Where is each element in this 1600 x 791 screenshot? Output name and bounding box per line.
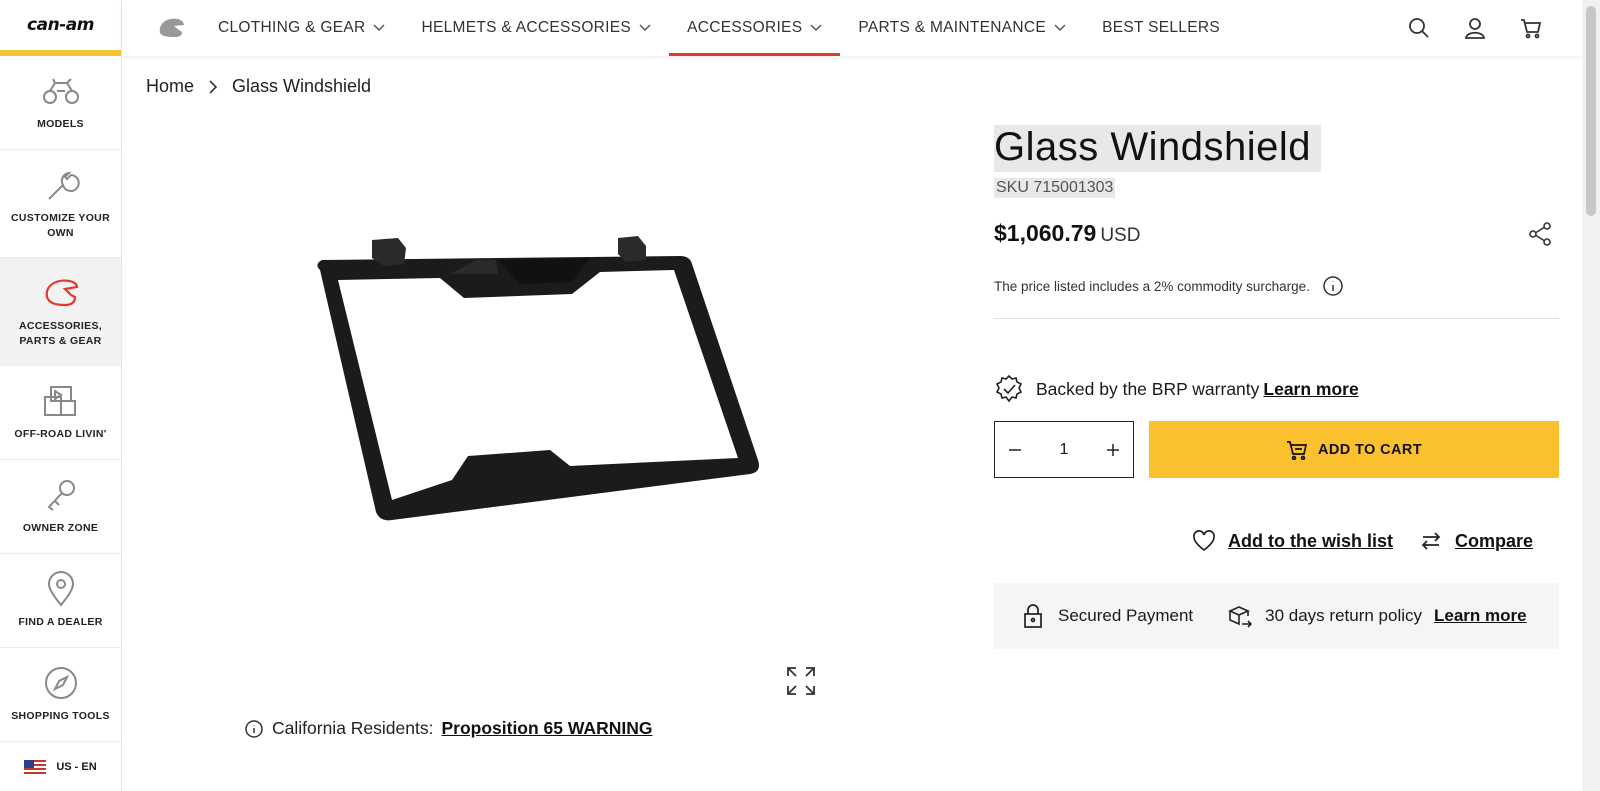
product-price: $1,060.79 USD xyxy=(994,220,1140,247)
price-currency: USD xyxy=(1100,225,1141,246)
quantity-stepper: 1 xyxy=(994,421,1134,478)
account-icon[interactable] xyxy=(1464,17,1486,39)
sidebar-item-customize[interactable]: CUSTOMIZE YOUR OWN xyxy=(0,150,121,258)
nav-item-clothing-gear[interactable]: CLOTHING & GEAR xyxy=(200,0,403,56)
return-learn-more-link[interactable]: Learn more xyxy=(1434,606,1527,626)
lock-icon xyxy=(1024,604,1042,628)
us-flag-icon xyxy=(24,760,47,774)
sidebar-item-label: CUSTOMIZE YOUR OWN xyxy=(11,211,110,239)
prop65-warning-link[interactable]: Proposition 65 WARNING xyxy=(441,718,652,739)
nav-icon-group xyxy=(1408,0,1542,56)
wrench-icon xyxy=(47,171,80,200)
cart-icon xyxy=(1286,440,1308,460)
helmet-logo-icon[interactable] xyxy=(158,17,184,39)
add-to-cart-button[interactable]: ADD TO CART xyxy=(1149,421,1559,478)
info-icon xyxy=(245,719,263,738)
helmet-icon xyxy=(45,279,78,306)
compare-arrows-icon xyxy=(1421,532,1441,550)
prop65-prefix: California Residents: xyxy=(272,718,434,738)
gallery-icon xyxy=(43,386,76,416)
chevron-right-icon xyxy=(209,79,218,94)
sidebar-item-shopping-tools[interactable]: SHOPPING TOOLS xyxy=(0,648,121,742)
nav-item-label: HELMETS & ACCESSORIES xyxy=(421,19,632,36)
sidebar-item-models[interactable]: MODELS xyxy=(0,56,121,150)
nav-item-parts-maintenance[interactable]: PARTS & MAINTENANCE xyxy=(840,0,1084,56)
chevron-down-icon xyxy=(373,24,385,32)
secured-payment-text: Secured Payment xyxy=(1058,606,1194,625)
compare-action[interactable]: Compare xyxy=(1419,530,1533,552)
surcharge-note: The price listed includes a 2% commodity… xyxy=(994,275,1344,297)
prop65-notice: California Residents: Proposition 65 WAR… xyxy=(244,718,652,739)
chevron-down-icon xyxy=(1054,24,1066,32)
search-icon[interactable] xyxy=(1408,17,1430,39)
compare-link[interactable]: Compare xyxy=(1455,531,1533,552)
trust-info-box: Secured Payment 30 days return policy Le… xyxy=(994,583,1559,649)
breadcrumb-current: Glass Windshield xyxy=(232,76,372,96)
brand-logo[interactable]: can-am xyxy=(0,0,121,56)
chevron-down-icon xyxy=(639,24,651,32)
nav-item-label: BEST SELLERS xyxy=(1102,19,1220,36)
nav-item-best-sellers[interactable]: BEST SELLERS xyxy=(1084,0,1238,56)
sidebar-item-label: OWNER ZONE xyxy=(22,522,99,534)
warranty-badge-icon xyxy=(995,374,1023,403)
sidebar-item-label: FIND A DEALER xyxy=(18,616,103,628)
atv-icon xyxy=(42,78,79,104)
divider xyxy=(994,318,1559,319)
wishlist-action[interactable]: Add to the wish list xyxy=(1192,530,1393,552)
locale-selector[interactable]: US - EN xyxy=(0,743,121,791)
sidebar-item-label: ACCESSORIES, PARTS & GEAR xyxy=(19,319,102,347)
add-to-cart-label: ADD TO CART xyxy=(1317,441,1423,458)
warranty-learn-more-link[interactable]: Learn more xyxy=(1263,379,1358,400)
product-image[interactable] xyxy=(300,230,790,540)
heart-icon xyxy=(1193,530,1215,552)
warranty-text: Backed by the BRP warranty xyxy=(1036,378,1260,399)
nav-item-helmets-accessories[interactable]: HELMETS & ACCESSORIES xyxy=(403,0,669,56)
nav-item-label: PARTS & MAINTENANCE xyxy=(858,19,1047,36)
plus-icon[interactable] xyxy=(1105,442,1121,458)
info-icon[interactable] xyxy=(1322,275,1344,297)
scrollbar-thumb[interactable] xyxy=(1586,6,1596,216)
sidebar-item-owner-zone[interactable]: OWNER ZONE xyxy=(0,460,121,554)
nav-item-label: CLOTHING & GEAR xyxy=(218,19,366,36)
sidebar-item-label: SHOPPING TOOLS xyxy=(11,710,110,722)
product-title: Glass Windshield xyxy=(994,125,1322,172)
page-scrollbar[interactable] xyxy=(1582,0,1600,791)
product-sku: SKU 715001303 xyxy=(994,178,1116,198)
brand-logo-text: can-am xyxy=(27,15,94,35)
wishlist-link[interactable]: Add to the wish list xyxy=(1228,531,1393,552)
surcharge-text: The price listed includes a 2% commodity… xyxy=(994,278,1310,294)
nav-item-label: ACCESSORIES xyxy=(687,19,803,36)
quantity-value[interactable]: 1 xyxy=(1060,441,1069,459)
left-sidebar: can-am MODELS CUSTOMIZE YOUR OWN ACCESSO… xyxy=(0,0,122,791)
top-navigation: CLOTHING & GEAR HELMETS & ACCESSORIES AC… xyxy=(122,0,1582,56)
sidebar-item-find-a-dealer[interactable]: FIND A DEALER xyxy=(0,554,121,648)
product-actions: Add to the wish list Compare xyxy=(1192,530,1533,552)
breadcrumb: Home Glass Windshield xyxy=(146,76,371,97)
breadcrumb-home[interactable]: Home xyxy=(146,76,194,97)
locale-label: US - EN xyxy=(56,761,97,773)
return-box-icon xyxy=(1228,606,1253,628)
cart-icon[interactable] xyxy=(1520,17,1542,39)
key-icon xyxy=(47,480,75,511)
compass-icon xyxy=(44,667,77,699)
sidebar-item-label: OFF-ROAD LIVIN' xyxy=(14,428,107,440)
share-icon[interactable] xyxy=(1527,221,1553,247)
nav-item-accessories[interactable]: ACCESSORIES xyxy=(669,0,841,56)
sidebar-item-label: MODELS xyxy=(37,118,84,130)
return-policy-text: 30 days return policy xyxy=(1265,606,1423,625)
sidebar-item-accessories-parts-gear[interactable]: ACCESSORIES, PARTS & GEAR xyxy=(0,258,121,366)
location-pin-icon xyxy=(47,571,74,607)
chevron-down-icon xyxy=(810,24,822,32)
sidebar-item-off-road-livin[interactable]: OFF-ROAD LIVIN' xyxy=(0,366,121,460)
expand-icon[interactable] xyxy=(786,666,816,696)
minus-icon[interactable] xyxy=(1007,442,1023,458)
warranty-notice: Backed by the BRP warranty Learn more xyxy=(994,374,1359,404)
price-amount: $1,060.79 xyxy=(994,220,1097,246)
nav-menu: CLOTHING & GEAR HELMETS & ACCESSORIES AC… xyxy=(200,0,1238,56)
